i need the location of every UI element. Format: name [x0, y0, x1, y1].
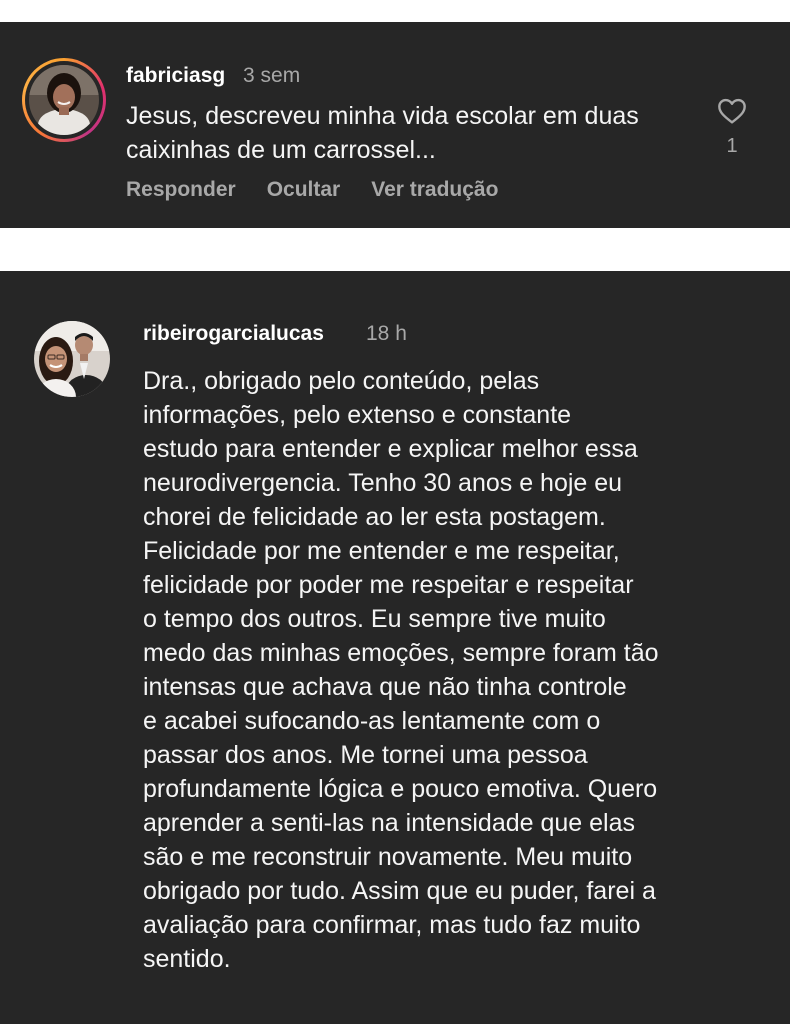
comment-timestamp: 18 h — [366, 322, 407, 345]
comment-card: fabriciasg 3 sem Jesus, descreveu minha … — [0, 22, 790, 228]
comment-actions: Responder Ocultar Ver tradução — [126, 178, 498, 202]
comment-card: ribeirogarcialucas 18 h Dra., obrigado p… — [0, 271, 790, 1024]
comment-timestamp: 3 sem — [243, 64, 301, 87]
like-count: 1 — [726, 135, 738, 157]
avatar[interactable] — [34, 321, 110, 397]
hide-button[interactable]: Ocultar — [267, 178, 341, 202]
see-translation-button[interactable]: Ver tradução — [371, 178, 498, 202]
comment-text: Jesus, descreveu minha vida escolar em d… — [126, 102, 639, 164]
comment-username[interactable]: ribeirogarcialucas — [143, 322, 324, 346]
story-ring[interactable] — [22, 58, 106, 142]
reply-button[interactable]: Responder — [126, 178, 236, 202]
comment-text: Dra., obrigado pelo conteúdo, pelas info… — [143, 367, 659, 973]
comment-username[interactable]: fabriciasg — [126, 64, 225, 88]
avatar[interactable] — [29, 65, 99, 135]
heart-outline-icon[interactable] — [716, 95, 748, 127]
